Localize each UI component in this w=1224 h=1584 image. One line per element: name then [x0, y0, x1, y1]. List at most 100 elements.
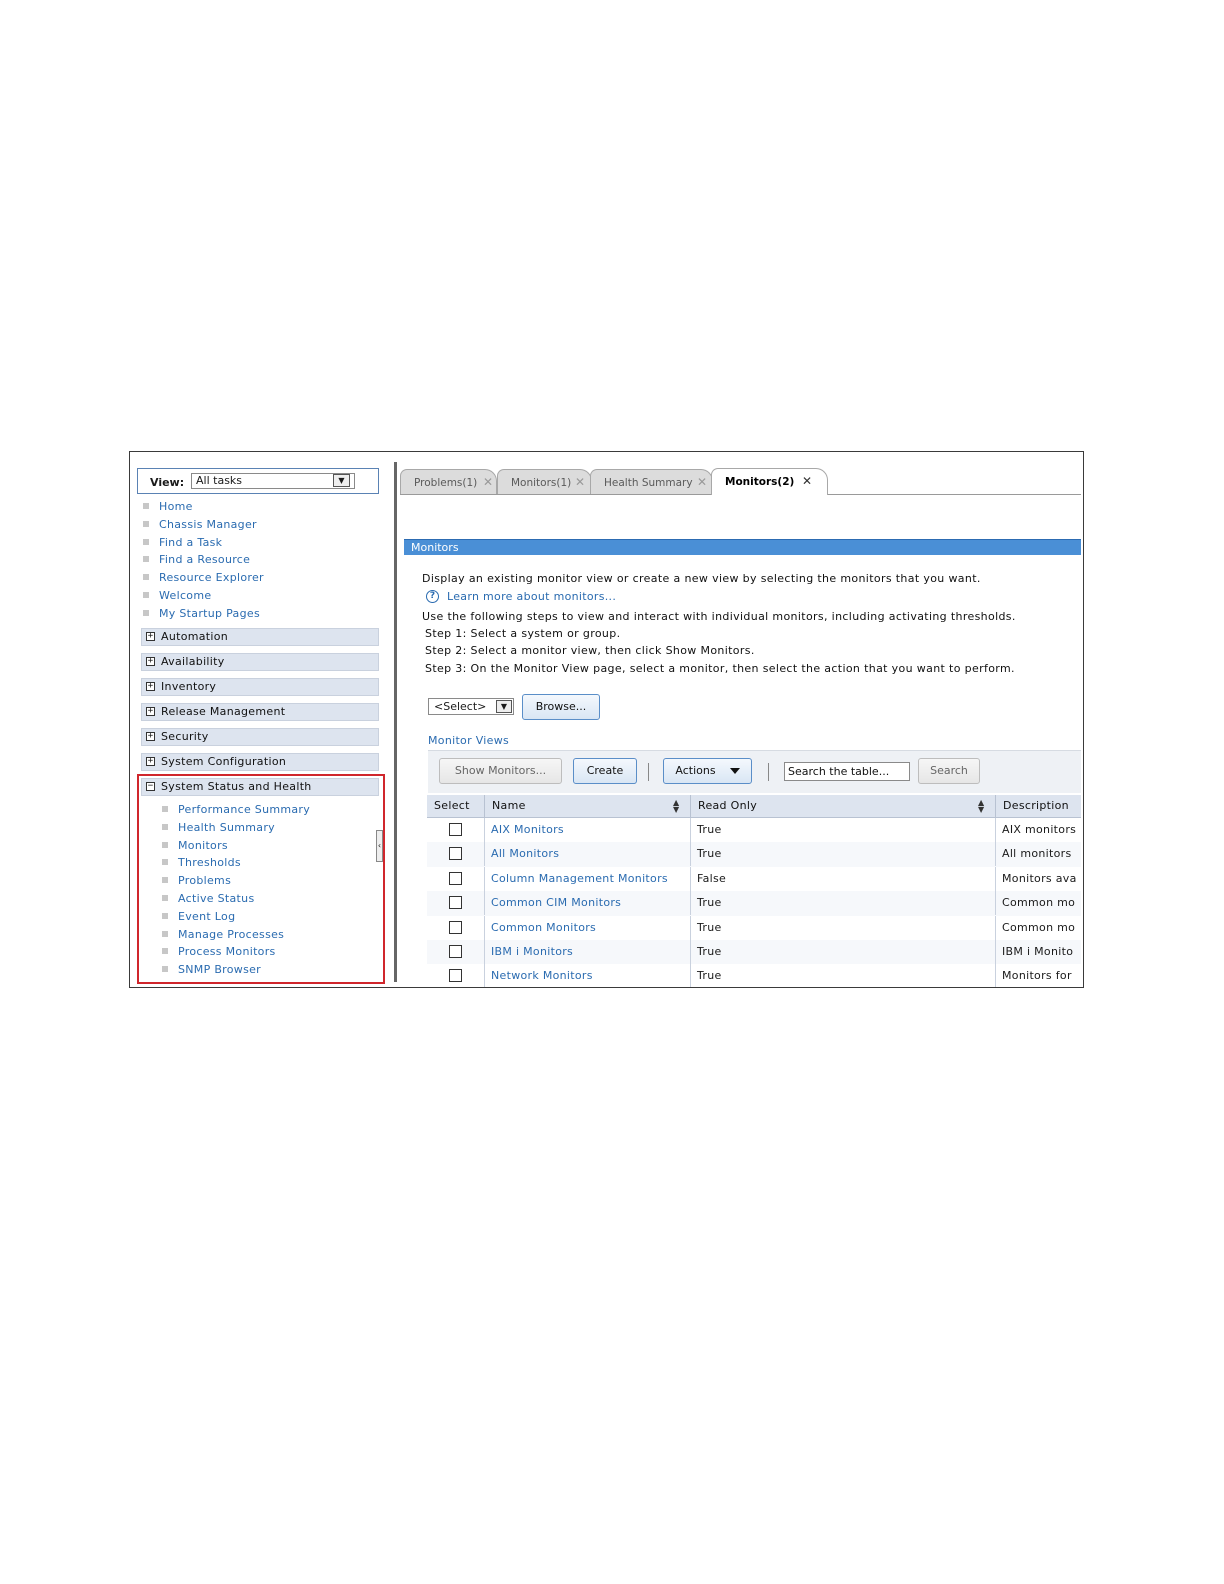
target-select-value: <Select> — [434, 700, 487, 713]
table-row[interactable]: IBM i Monitors True IBM i Monito — [427, 940, 1081, 966]
description-value: AIX monitors — [1002, 823, 1077, 836]
table-row[interactable]: Network Monitors True Monitors for — [427, 964, 1081, 987]
row-checkbox[interactable] — [449, 847, 462, 861]
expand-icon: + — [146, 681, 155, 691]
read-only-value: True — [691, 915, 996, 940]
tab-health-summary[interactable]: Health Summary ✕ — [590, 469, 713, 494]
view-dropdown[interactable]: All tasks — [191, 473, 355, 489]
monitor-view-link[interactable]: Common Monitors — [485, 915, 691, 940]
tab-monitors-1[interactable]: Monitors(1) ✕ — [497, 469, 592, 494]
table-toolbar: Show Monitors... Create Actions Search t… — [428, 750, 1081, 793]
row-checkbox[interactable] — [449, 920, 462, 934]
nav-link-find-task[interactable]: Find a Task — [141, 534, 264, 552]
description-value: Common mo — [1002, 920, 1076, 934]
learn-more-link[interactable]: Learn more about monitors... — [447, 590, 616, 603]
section-header: Monitors — [404, 539, 1081, 555]
read-only-value: False — [691, 866, 996, 891]
panel-splitter[interactable] — [394, 462, 397, 982]
actions-label: Actions — [675, 764, 716, 777]
nav-link-chassis-manager[interactable]: Chassis Manager — [141, 516, 264, 534]
bullet-icon — [143, 609, 149, 616]
intro-text: Display an existing monitor view or crea… — [422, 572, 981, 585]
table-row[interactable]: Common CIM Monitors True Common mo — [427, 891, 1081, 917]
description-value: Common mo — [1002, 896, 1076, 910]
nav-link-welcome[interactable]: Welcome — [141, 587, 264, 605]
column-header-read-only[interactable]: Read Only ▲ ▼ — [691, 795, 996, 817]
navigation-panel: View: All tasks ▼ Home Chassis Manager F… — [130, 452, 388, 987]
monitor-view-link[interactable]: Network Monitors — [485, 964, 691, 987]
view-selector: View: All tasks ▼ — [137, 468, 379, 494]
bullet-icon — [143, 591, 149, 598]
screenshot-frame: View: All tasks ▼ Home Chassis Manager F… — [129, 451, 1084, 988]
table-header: Select Name ▲ ▼ Read Only ▲ ▼ Description — [427, 795, 1081, 818]
view-label: View: — [150, 476, 185, 489]
target-select[interactable]: <Select> ▼ — [428, 698, 514, 715]
category-security[interactable]: + Security — [141, 728, 379, 746]
monitor-views-table: Select Name ▲ ▼ Read Only ▲ ▼ Description AI… — [427, 795, 1081, 987]
tab-problems[interactable]: Problems(1) ✕ — [400, 469, 497, 494]
toolbar-separator — [768, 763, 769, 781]
close-icon[interactable]: ✕ — [483, 475, 493, 489]
expand-icon: + — [146, 656, 155, 666]
description-value: IBM i Monito — [1002, 945, 1074, 958]
step-2-text: Step 2: Select a monitor view, then clic… — [425, 644, 755, 657]
table-search-input[interactable]: Search the table... — [784, 762, 910, 781]
sort-icon[interactable]: ▲ ▼ — [978, 799, 984, 814]
description-value: Monitors for — [1002, 969, 1072, 983]
monitor-view-link[interactable]: IBM i Monitors — [485, 940, 691, 964]
category-system-configuration[interactable]: + System Configuration — [141, 753, 379, 771]
read-only-value: True — [691, 818, 996, 842]
close-icon[interactable]: ✕ — [802, 474, 812, 488]
column-header-select: Select — [427, 795, 485, 817]
expand-icon: + — [146, 706, 155, 716]
category-availability[interactable]: + Availability — [141, 653, 379, 671]
monitor-view-link[interactable]: AIX Monitors — [485, 818, 691, 842]
read-only-value: True — [691, 964, 996, 987]
nav-link-home[interactable]: Home — [141, 498, 264, 516]
category-release-management[interactable]: + Release Management — [141, 703, 379, 721]
nav-link-resource-explorer[interactable]: Resource Explorer — [141, 569, 264, 587]
close-icon[interactable]: ✕ — [575, 475, 585, 489]
table-row[interactable]: AIX Monitors True AIX monitors — [427, 818, 1081, 844]
nav-link-find-resource[interactable]: Find a Resource — [141, 551, 264, 569]
highlight-frame — [137, 774, 385, 984]
table-row[interactable]: Column Management Monitors False Monitor… — [427, 866, 1081, 893]
close-icon[interactable]: ✕ — [697, 475, 707, 489]
row-checkbox[interactable] — [449, 969, 462, 983]
sort-icon[interactable]: ▲ ▼ — [673, 799, 679, 814]
show-monitors-button[interactable]: Show Monitors... — [439, 758, 562, 784]
help-icon[interactable]: ? — [426, 590, 439, 603]
actions-button[interactable]: Actions — [663, 758, 752, 784]
nav-link-my-startup-pages[interactable]: My Startup Pages — [141, 605, 264, 623]
bullet-icon — [143, 520, 149, 527]
bullet-icon — [143, 556, 149, 563]
toolbar-separator — [648, 763, 649, 781]
monitor-view-link[interactable]: All Monitors — [485, 842, 691, 867]
row-checkbox[interactable] — [449, 945, 462, 958]
category-inventory[interactable]: + Inventory — [141, 678, 379, 696]
collapse-panel-handle[interactable]: ‹ — [376, 830, 383, 862]
monitor-view-link[interactable]: Column Management Monitors — [485, 866, 691, 891]
browse-button[interactable]: Browse... — [522, 694, 600, 720]
search-button[interactable]: Search — [918, 758, 980, 784]
category-automation[interactable]: + Automation — [141, 628, 379, 646]
row-checkbox[interactable] — [449, 823, 462, 836]
expand-icon: + — [146, 731, 155, 741]
table-row[interactable]: Common Monitors True Common mo — [427, 915, 1081, 941]
row-checkbox[interactable] — [449, 871, 462, 885]
monitor-view-link[interactable]: Common CIM Monitors — [485, 891, 691, 916]
create-button[interactable]: Create — [573, 758, 637, 784]
tab-monitors-2[interactable]: Monitors(2) ✕ — [711, 468, 828, 495]
bullet-icon — [143, 574, 149, 581]
row-checkbox[interactable] — [449, 896, 462, 910]
read-only-value: True — [691, 940, 996, 964]
read-only-value: True — [691, 842, 996, 867]
nav-link-list: Home Chassis Manager Find a Task Find a … — [141, 498, 264, 623]
chevron-down-icon: ▼ — [496, 700, 512, 713]
column-header-description: Description — [1003, 799, 1069, 812]
table-row[interactable]: All Monitors True All monitors — [427, 842, 1081, 868]
step-3-text: Step 3: On the Monitor View page, select… — [425, 662, 1015, 675]
column-header-name[interactable]: Name ▲ ▼ — [485, 795, 691, 817]
chevron-down-icon[interactable]: ▼ — [333, 474, 350, 487]
bullet-icon — [143, 538, 149, 545]
